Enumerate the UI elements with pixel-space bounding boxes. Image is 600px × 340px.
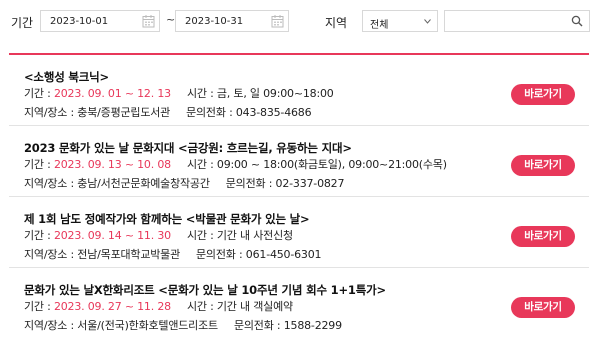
event-phone: 1588-2299 xyxy=(283,319,342,332)
place-label: 지역/장소 : xyxy=(24,177,78,190)
period-label: 기간 : xyxy=(24,87,54,100)
period-label: 기간 : xyxy=(24,158,54,171)
place-label: 지역/장소 : xyxy=(24,106,78,119)
event-time: 기간 내 객실예약 xyxy=(216,300,293,313)
period-label: 기간 : xyxy=(24,300,54,313)
event-phone: 02-337-0827 xyxy=(275,177,345,190)
event-title: 제 1회 남도 정예작가와 함께하는 <박물관 문화가 있는 날> xyxy=(24,212,310,226)
end-date-input[interactable]: 2023-10-31 xyxy=(175,10,289,32)
event-place-row: 지역/장소 : 충남/서천군문화예술창작공간 문의전화 : 02-337-0827 xyxy=(24,175,344,191)
event-place-row: 지역/장소 : 서울/(전국)한화호텔앤드리조트 문의전화 : 1588-2299 xyxy=(24,317,342,333)
event-time: 09:00 ~ 18:00(화금토일), 09:00~21:00(수목) xyxy=(216,158,447,171)
region-select-value: 전체 xyxy=(370,20,389,31)
calendar-icon[interactable] xyxy=(142,14,155,28)
go-to-button[interactable]: 바로가기 xyxy=(511,226,575,247)
event-card: <소행성 북크닉> 기간 : 2023. 09. 01 ~ 12. 13 시간 :… xyxy=(9,55,589,126)
event-period-time-row: 기간 : 2023. 09. 01 ~ 12. 13 시간 : 금, 토, 일 0… xyxy=(24,85,334,101)
event-card: 제 1회 남도 정예작가와 함께하는 <박물관 문화가 있는 날> 기간 : 2… xyxy=(9,197,589,268)
event-place-row: 지역/장소 : 충북/증평군립도서관 문의전화 : 043-835-4686 xyxy=(24,104,312,120)
chevron-down-icon xyxy=(424,19,431,24)
phone-label: 문의전화 : xyxy=(233,319,284,332)
event-place: 서울/(전국)한화호텔앤드리조트 xyxy=(77,319,218,332)
region-label: 지역 xyxy=(325,16,348,30)
event-period: 2023. 09. 27 ~ 11. 28 xyxy=(53,300,171,313)
event-title: 2023 문화가 있는 날 문화지대 <금강원: 흐르는길, 유동하는 지대> xyxy=(24,141,352,155)
event-period: 2023. 09. 13 ~ 10. 08 xyxy=(53,158,171,171)
event-period-time-row: 기간 : 2023. 09. 27 ~ 11. 28 시간 : 기간 내 객실예약 xyxy=(24,298,293,314)
filter-bar: 기간 2023-10-01 ~ 2023-10-31 지역 전체 xyxy=(0,0,600,52)
start-date-value: 2023-10-01 xyxy=(50,16,109,27)
go-to-button[interactable]: 바로가기 xyxy=(511,155,575,176)
event-place: 전남/목포대학교박물관 xyxy=(77,248,181,261)
calendar-icon[interactable] xyxy=(271,14,284,28)
place-label: 지역/장소 : xyxy=(24,319,78,332)
place-label: 지역/장소 : xyxy=(24,248,78,261)
event-phone: 061-450-6301 xyxy=(245,248,322,261)
time-label: 시간 : xyxy=(186,300,217,313)
event-place: 충북/증평군립도서관 xyxy=(77,106,171,119)
go-to-button[interactable]: 바로가기 xyxy=(511,84,575,105)
event-period-time-row: 기간 : 2023. 09. 13 ~ 10. 08 시간 : 09:00 ~ 1… xyxy=(24,156,447,172)
event-title: <소행성 북크닉> xyxy=(24,70,109,84)
event-card: 2023 문화가 있는 날 문화지대 <금강원: 흐르는길, 유동하는 지대> … xyxy=(9,126,589,197)
event-place-row: 지역/장소 : 전남/목포대학교박물관 문의전화 : 061-450-6301 xyxy=(24,246,322,262)
event-period: 2023. 09. 01 ~ 12. 13 xyxy=(53,87,171,100)
end-date-value: 2023-10-31 xyxy=(185,16,244,27)
event-period-time-row: 기간 : 2023. 09. 14 ~ 11. 30 시간 : 기간 내 사전신청 xyxy=(24,227,293,243)
event-title: 문화가 있는 날X한화리조트 <문화가 있는 날 10주년 기념 회수 1+1특… xyxy=(24,283,386,297)
event-time: 기간 내 사전신청 xyxy=(216,229,293,242)
event-phone: 043-835-4686 xyxy=(235,106,312,119)
phone-label: 문의전화 : xyxy=(196,248,246,261)
time-label: 시간 : xyxy=(186,229,217,242)
period-label: 기간 xyxy=(11,16,34,30)
event-card: 문화가 있는 날X한화리조트 <문화가 있는 날 10주년 기념 회수 1+1특… xyxy=(9,268,589,339)
time-label: 시간 : xyxy=(186,87,217,100)
time-label: 시간 : xyxy=(186,158,217,171)
start-date-input[interactable]: 2023-10-01 xyxy=(40,10,160,32)
period-label: 기간 : xyxy=(24,229,54,242)
event-time: 금, 토, 일 09:00~18:00 xyxy=(216,87,334,100)
region-select[interactable]: 전체 xyxy=(362,10,438,32)
search-icon[interactable] xyxy=(571,15,583,27)
event-place: 충남/서천군문화예술창작공간 xyxy=(77,177,210,190)
go-to-button[interactable]: 바로가기 xyxy=(511,297,575,318)
phone-label: 문의전화 : xyxy=(186,106,236,119)
phone-label: 문의전화 : xyxy=(225,177,276,190)
event-period: 2023. 09. 14 ~ 11. 30 xyxy=(53,229,171,242)
event-list: <소행성 북크닉> 기간 : 2023. 09. 01 ~ 12. 13 시간 :… xyxy=(9,55,589,339)
date-range-separator: ~ xyxy=(166,13,176,26)
search-input[interactable] xyxy=(444,10,590,32)
